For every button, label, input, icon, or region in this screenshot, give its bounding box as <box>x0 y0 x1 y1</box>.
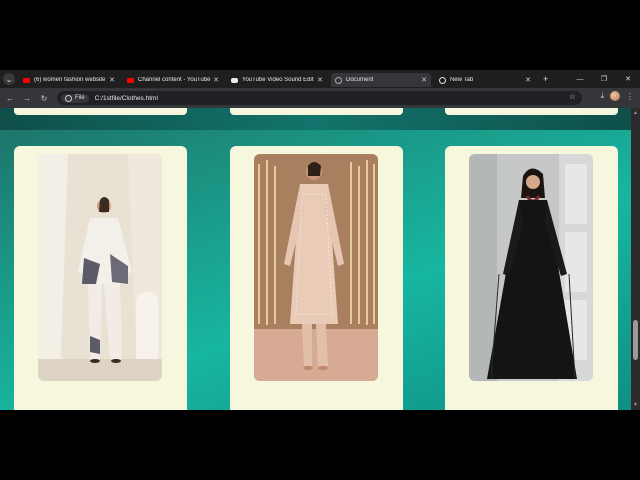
youtube-icon <box>23 77 30 83</box>
address-bar[interactable]: File C:/1stfile/Clothes.html ☆ <box>57 91 582 105</box>
close-window-button[interactable]: ✕ <box>616 75 640 83</box>
close-icon[interactable]: ✕ <box>421 76 427 84</box>
product-photo <box>254 154 378 381</box>
download-icon[interactable]: ⤓ <box>600 91 604 101</box>
bookmark-star-icon[interactable]: ☆ <box>569 92 576 101</box>
reload-button[interactable]: ↻ <box>37 94 51 103</box>
tab-new-tab[interactable]: New Tab ✕ <box>435 73 535 87</box>
product-pink-embroidered-suit[interactable] <box>254 154 378 381</box>
browser-toolbar: ← → ↻ File C:/1stfile/Clothes.html ☆ ⤓ ⋮ <box>0 88 640 108</box>
product-card-prev-2 <box>230 108 403 115</box>
menu-icon[interactable]: ⋮ <box>626 92 634 101</box>
forward-button[interactable]: → <box>20 94 34 103</box>
scroll-thumb[interactable] <box>633 320 638 360</box>
product-card[interactable] <box>14 146 187 410</box>
product-white-printed-kurta[interactable] <box>38 154 162 381</box>
close-icon[interactable]: ✕ <box>109 76 115 84</box>
tab-channel-content[interactable]: Channel content - YouTube S ✕ <box>123 73 223 87</box>
profile-avatar[interactable] <box>610 91 620 101</box>
page-content <box>0 108 631 410</box>
close-icon[interactable]: ✕ <box>525 76 531 84</box>
new-tab-button[interactable]: + <box>543 74 548 84</box>
product-card-prev-1 <box>14 108 187 115</box>
close-icon[interactable]: ✕ <box>213 76 219 84</box>
product-card[interactable] <box>445 146 618 410</box>
tab-document[interactable]: Document ✕ <box>331 73 431 87</box>
tab-women-fashion[interactable]: (6) women fashion website p ✕ <box>19 73 119 87</box>
scroll-up-arrow-icon[interactable]: ▲ <box>632 110 639 116</box>
site-info-button[interactable]: File <box>61 93 89 103</box>
page-scrollbar[interactable]: ▲ ▼ <box>631 108 640 410</box>
close-icon[interactable]: ✕ <box>317 76 323 84</box>
youtube-studio-icon <box>231 77 238 83</box>
product-card[interactable] <box>230 146 403 410</box>
info-icon <box>65 94 72 102</box>
restore-button[interactable]: ❐ <box>592 75 616 83</box>
product-card-prev-3 <box>445 108 618 115</box>
product-black-anarkali[interactable] <box>469 154 593 381</box>
url-text[interactable]: C:/1stfile/Clothes.html <box>95 95 158 102</box>
globe-icon <box>439 76 446 84</box>
tab-youtube-sound-edit[interactable]: YouTube Video Sound Edit ✕ <box>227 73 327 87</box>
back-button[interactable]: ← <box>3 94 17 103</box>
tab-strip: ⌄ (6) women fashion website p ✕ Channel … <box>0 70 640 88</box>
document-icon <box>335 76 342 84</box>
tab-search-button[interactable]: ⌄ <box>3 73 15 85</box>
youtube-icon <box>127 77 134 83</box>
browser-window: ⌄ (6) women fashion website p ✕ Channel … <box>0 70 640 410</box>
scroll-down-arrow-icon[interactable]: ▼ <box>632 402 639 408</box>
minimize-button[interactable]: — <box>568 76 592 83</box>
toolbar-actions: ⤓ ⋮ <box>600 91 634 101</box>
product-photo <box>38 154 162 381</box>
window-controls: — ❐ ✕ <box>568 70 640 88</box>
product-photo <box>469 154 593 381</box>
